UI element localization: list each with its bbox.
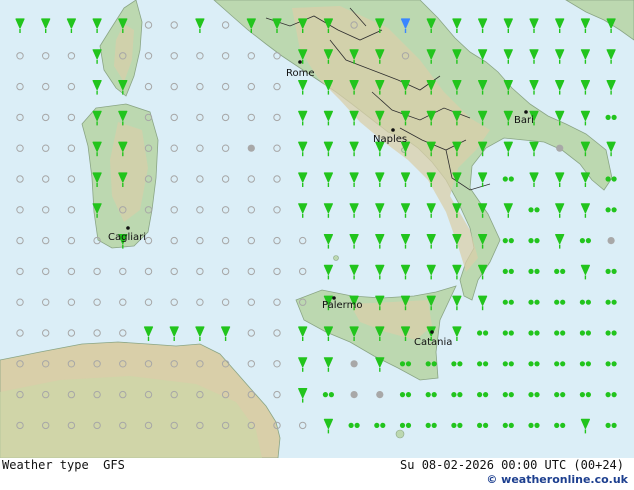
city-label-palermo: Palermo — [322, 300, 362, 311]
city-dot — [430, 330, 434, 334]
malta — [395, 429, 405, 439]
footer-bar: Weather type GFS Su 08-02-2026 00:00 UTC… — [0, 458, 634, 490]
city-dot — [391, 128, 395, 132]
city-dot — [298, 60, 302, 64]
map-canvas: Rome Bari Naples Cagliari Palermo Catania — [0, 0, 634, 458]
weather-map: Rome Bari Naples Cagliari Palermo Catania — [0, 0, 634, 458]
weather-symbol-cloudy — [556, 144, 564, 152]
valid-time: Su 08-02-2026 00:00 UTC (00+24) — [400, 458, 624, 472]
weather-symbol-cloudy — [607, 237, 615, 245]
city-label-catania: Catania — [414, 337, 452, 348]
model-label: GFS — [103, 458, 125, 472]
weather-symbol-cloudy — [247, 144, 255, 152]
weather-symbol-cloudy — [350, 360, 358, 368]
city-label-rome: Rome — [286, 68, 315, 79]
weather-symbol-cloudy — [376, 391, 384, 399]
footer-left: Weather type GFS — [2, 458, 125, 472]
city-label-bari: Bari — [514, 115, 534, 126]
city-label-naples: Naples — [373, 134, 407, 145]
city-dot — [524, 110, 528, 114]
credit-link[interactable]: © weatheronline.co.uk — [486, 473, 628, 486]
city-dot — [126, 226, 130, 230]
aeolian-island — [333, 255, 339, 261]
city-label-cagliari: Cagliari — [108, 232, 146, 243]
weather-symbol-cloudy — [350, 391, 358, 399]
map-type-label: Weather type — [2, 458, 89, 472]
